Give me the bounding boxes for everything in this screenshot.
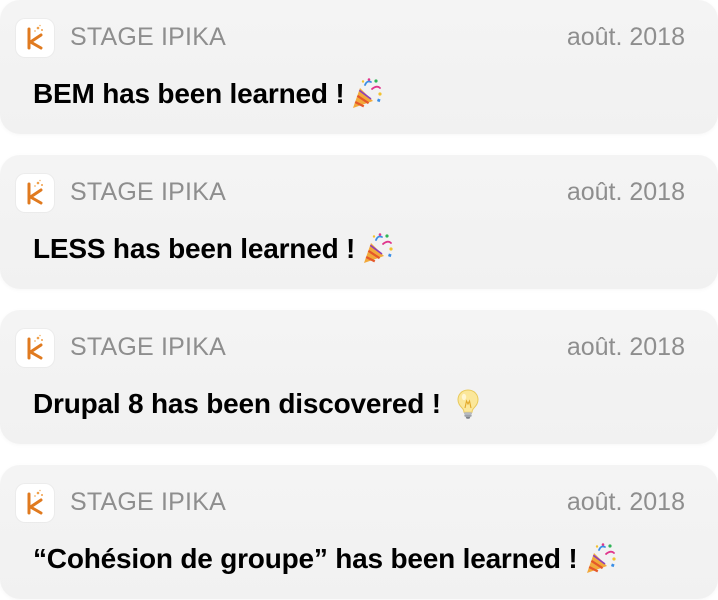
notification-message: BEM has been learned !: [33, 78, 345, 109]
party-popper-icon: [584, 542, 618, 576]
app-name: STAGE IPIKA: [70, 333, 226, 361]
app-name: STAGE IPIKA: [70, 178, 226, 206]
notification-date: août. 2018: [566, 333, 685, 361]
app-name: STAGE IPIKA: [70, 488, 226, 516]
notification-message: LESS has been learned !: [33, 233, 356, 264]
party-popper-icon: [361, 232, 395, 266]
ipika-k-logo-icon: [16, 174, 54, 212]
notification-message: Drupal 8 has been discovered !: [33, 388, 441, 419]
notification-date: août. 2018: [566, 23, 685, 51]
notification-body: “Cohésion de groupe” has been learned !: [33, 540, 618, 578]
notification-message: “Cohésion de groupe” has been learned !: [33, 543, 578, 574]
ipika-k-logo-icon: [16, 329, 54, 367]
notification-card[interactable]: STAGE IPIKA août. 2018 LESS has been lea…: [0, 155, 718, 289]
notification-card[interactable]: STAGE IPIKA août. 2018 BEM has been lear…: [0, 0, 718, 134]
app-name: STAGE IPIKA: [70, 23, 226, 51]
notification-body: LESS has been learned !: [33, 230, 395, 268]
notification-card[interactable]: STAGE IPIKA août. 2018 “Cohésion de grou…: [0, 465, 718, 599]
notification-list: STAGE IPIKA août. 2018 BEM has been lear…: [0, 0, 718, 600]
ipika-k-logo-icon: [16, 484, 54, 522]
notification-body: BEM has been learned !: [33, 75, 384, 113]
notification-date: août. 2018: [566, 178, 685, 206]
notification-card[interactable]: STAGE IPIKA août. 2018 Drupal 8 has been…: [0, 310, 718, 444]
notification-date: août. 2018: [566, 488, 685, 516]
notification-body: Drupal 8 has been discovered !: [33, 385, 485, 423]
party-popper-icon: [350, 77, 384, 111]
light-bulb-icon: [451, 387, 485, 421]
ipika-k-logo-icon: [16, 19, 54, 57]
